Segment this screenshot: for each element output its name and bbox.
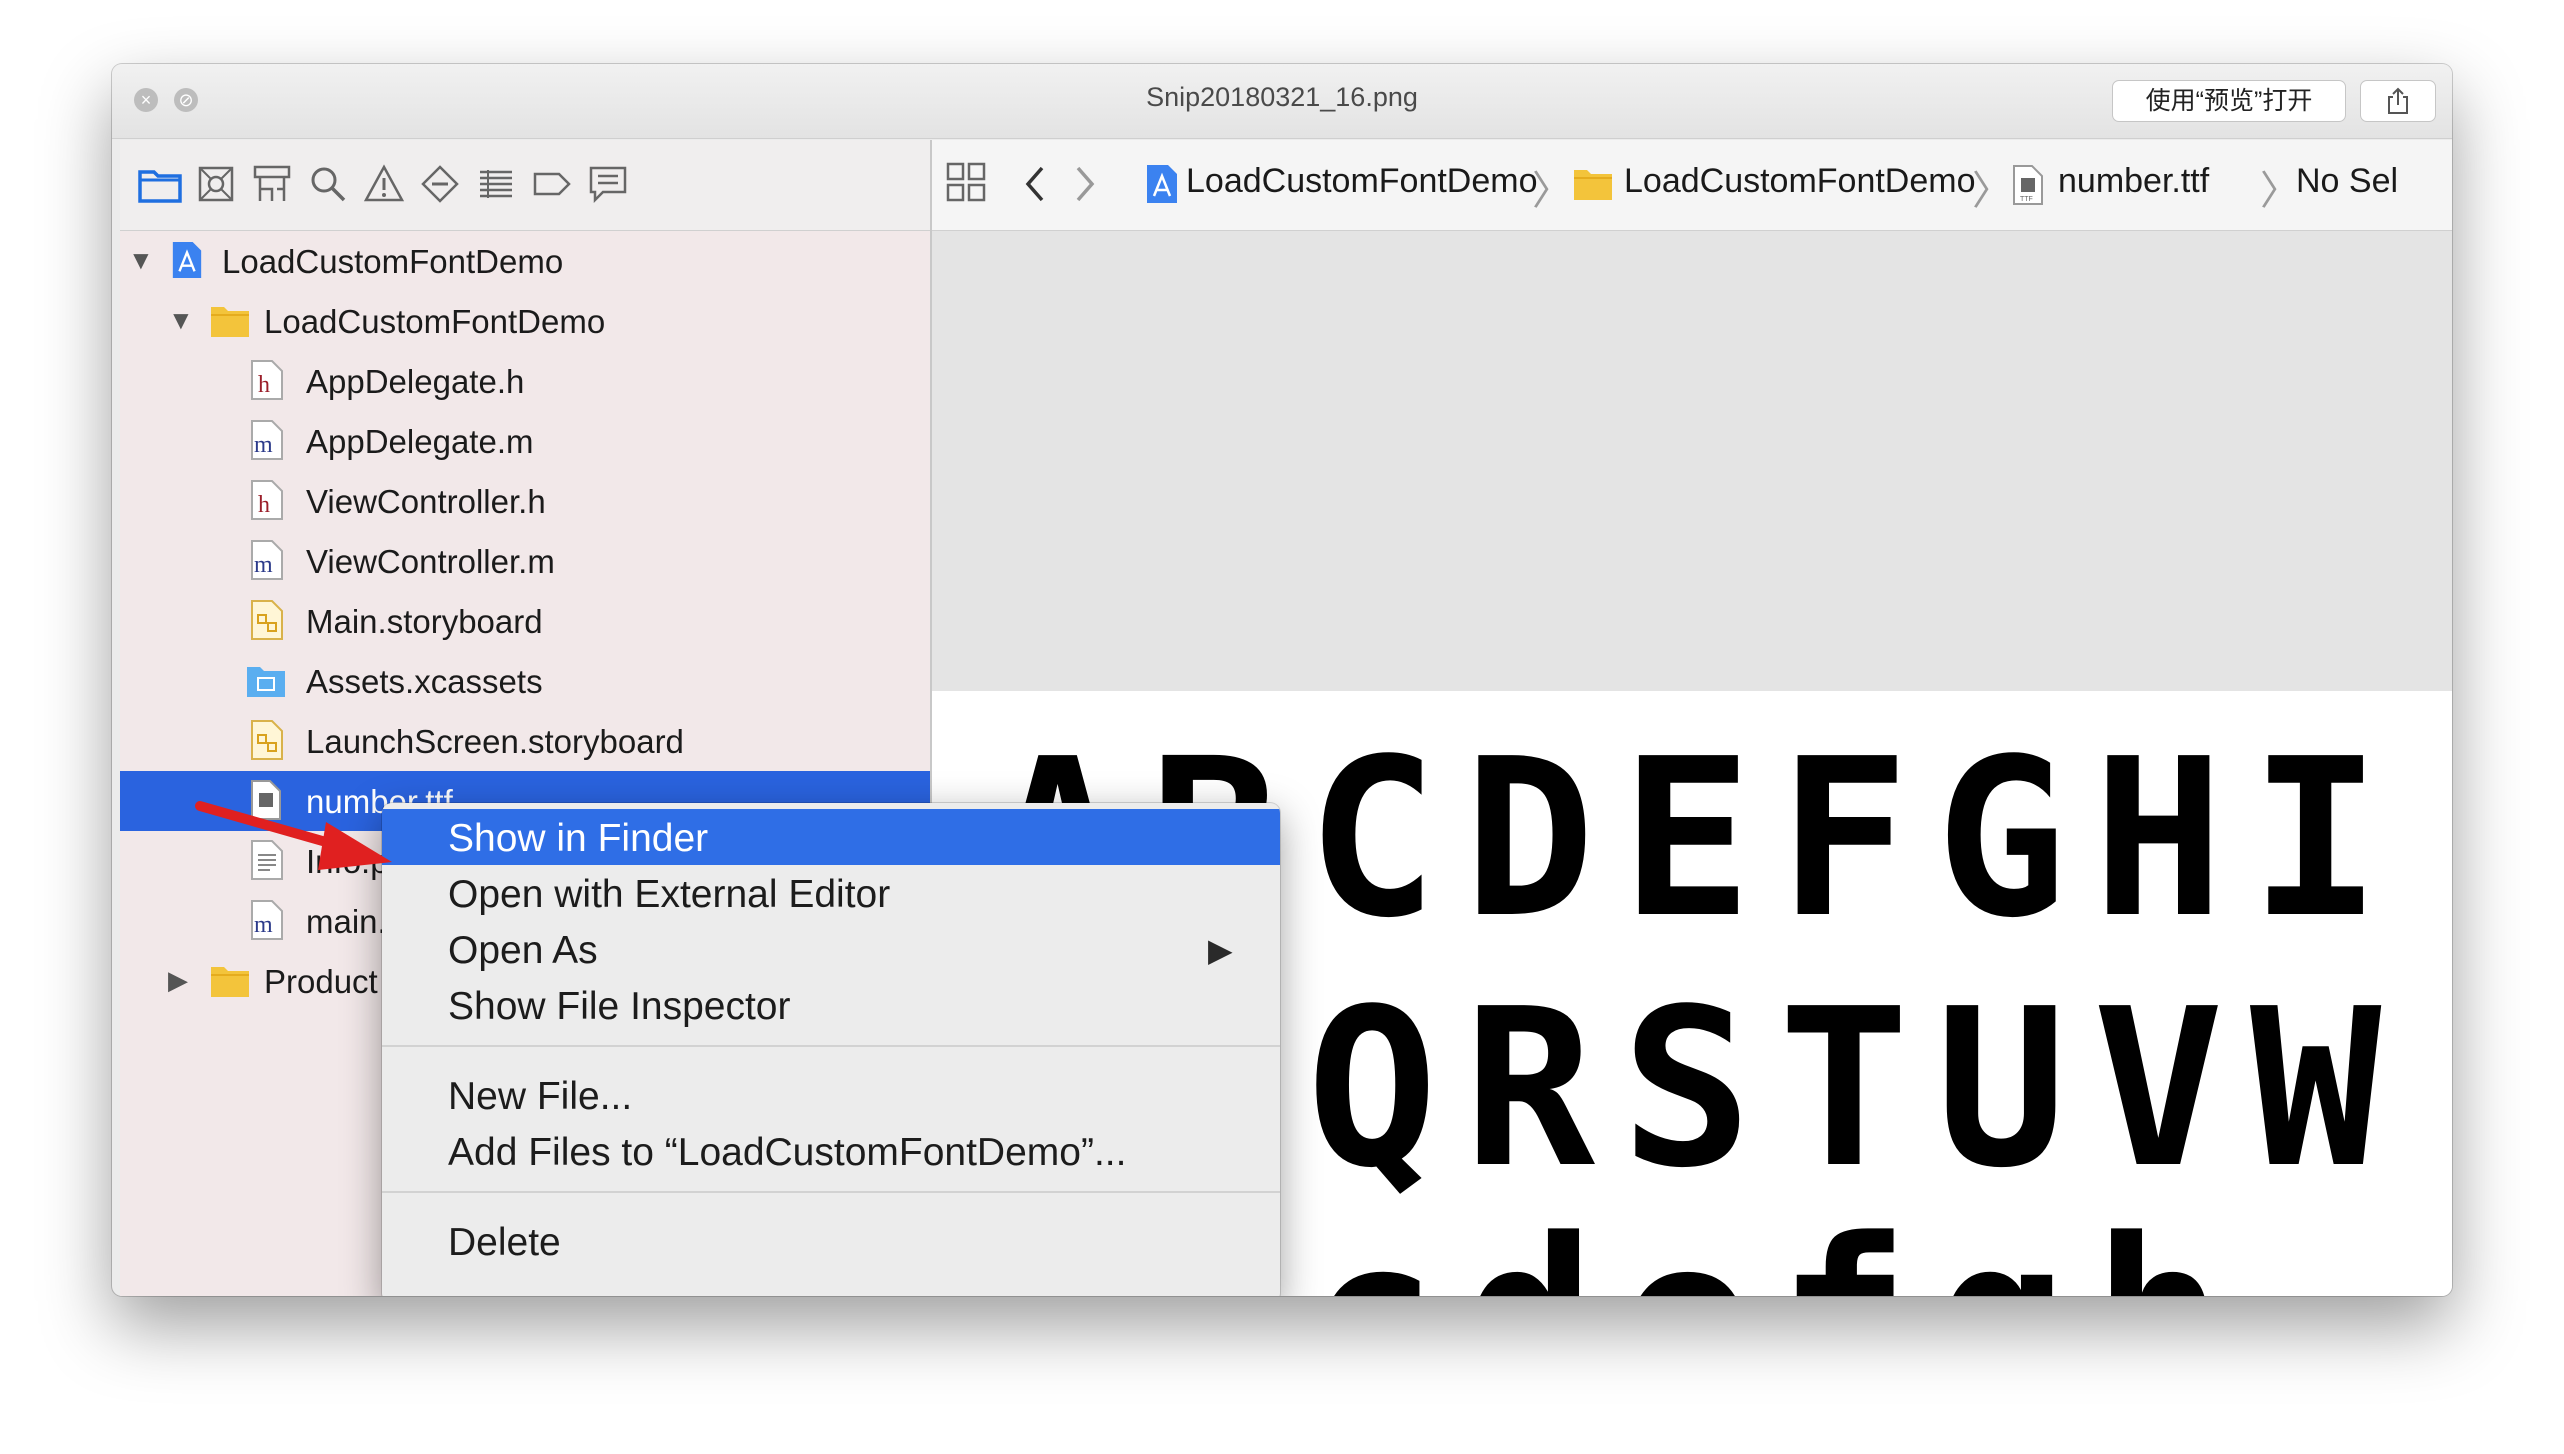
source-control-icon[interactable] xyxy=(190,158,242,210)
tree-label-file: AppDelegate.h xyxy=(306,363,525,400)
report-navigator-icon[interactable] xyxy=(582,158,634,210)
crumb-separator-icon: 〉 xyxy=(1532,169,1572,213)
window-title: Snip20180321_16.png xyxy=(1146,82,1418,112)
menu-item-add-files[interactable]: Add Files to “LoadCustomFontDemo”... xyxy=(382,1123,1280,1179)
folder-icon xyxy=(208,963,252,1004)
tree-label-group: LoadCustomFontDemo xyxy=(264,303,606,340)
folder-icon xyxy=(1572,166,1614,207)
tree-row-file[interactable]: m ViewController.m xyxy=(120,531,930,591)
implementation-file-icon: m xyxy=(250,419,284,466)
header-file-icon: h xyxy=(250,479,284,526)
test-navigator-icon[interactable] xyxy=(414,158,466,210)
editor-background xyxy=(932,231,2452,691)
submenu-arrow-icon: ▶ xyxy=(1208,932,1233,968)
crumb-separator-icon: 〉 xyxy=(1972,169,2012,213)
navigator-toolbar xyxy=(120,140,930,231)
tree-row-file[interactable]: Main.storyboard xyxy=(120,591,930,651)
crumb-group[interactable]: LoadCustomFontDemo xyxy=(1624,162,1976,201)
tree-row-file[interactable]: h AppDelegate.h xyxy=(120,351,930,411)
back-chevron-icon[interactable] xyxy=(1020,162,1050,211)
preview-window: × ⊘ Snip20180321_16.png 使用“预览”打开 LoadCus… xyxy=(112,64,2452,1296)
implementation-file-icon: m xyxy=(250,539,284,586)
tree-label-file: Assets.xcassets xyxy=(306,663,543,700)
ttf-file-icon: TTF xyxy=(2012,164,2044,211)
tree-row-file[interactable]: h ViewController.h xyxy=(120,471,930,531)
disclosure-closed-icon[interactable]: ▶ xyxy=(168,965,188,996)
tree-row-project[interactable]: ▼ LoadCustomFontDemo xyxy=(120,231,930,291)
crumb-separator-icon: 〉 xyxy=(2260,169,2300,213)
context-menu: Show in Finder Open with External Editor… xyxy=(382,803,1280,1296)
svg-text:m: m xyxy=(254,912,273,938)
project-file-icon xyxy=(1144,162,1180,211)
ttf-file-icon xyxy=(250,779,282,826)
tree-row-file[interactable]: Assets.xcassets xyxy=(120,651,930,711)
menu-item-open-external-editor[interactable]: Open with External Editor xyxy=(382,865,1280,921)
tree-label-products: Product xyxy=(264,963,378,1000)
share-icon xyxy=(2388,87,2408,114)
svg-text:TTF: TTF xyxy=(2020,196,2033,203)
disclosure-open-icon[interactable]: ▼ xyxy=(128,245,154,276)
header-file-icon: h xyxy=(250,359,284,406)
menu-item-open-as[interactable]: Open As ▶ xyxy=(382,921,1280,977)
menu-item-show-file-inspector[interactable]: Show File Inspector xyxy=(382,977,1280,1033)
title-bar: × ⊘ Snip20180321_16.png 使用“预览”打开 xyxy=(112,64,2452,139)
plist-file-icon xyxy=(250,839,284,886)
folder-icon xyxy=(208,303,252,344)
menu-item-show-in-finder[interactable]: Show in Finder xyxy=(382,809,1280,865)
svg-text:m: m xyxy=(254,552,273,578)
storyboard-file-icon xyxy=(250,719,284,766)
tree-label-file: AppDelegate.m xyxy=(306,423,534,460)
tree-label-file: Main.storyboard xyxy=(306,603,543,640)
svg-text:h: h xyxy=(258,492,270,518)
tree-label-file: ViewController.m xyxy=(306,543,555,580)
share-button[interactable] xyxy=(2360,80,2436,122)
storyboard-file-icon xyxy=(250,599,284,646)
menu-item-new-file[interactable]: New File... xyxy=(382,1067,1280,1123)
symbol-navigator-icon[interactable] xyxy=(246,158,298,210)
breakpoint-icon[interactable] xyxy=(526,158,578,210)
related-items-grid-icon[interactable] xyxy=(944,160,988,209)
menu-separator xyxy=(382,1045,1280,1047)
forward-chevron-icon[interactable] xyxy=(1070,162,1100,211)
crumb-selection[interactable]: No Sel xyxy=(2296,162,2398,201)
menu-separator xyxy=(382,1191,1280,1193)
crumb-file[interactable]: number.ttf xyxy=(2058,162,2209,201)
tree-label-file: ViewController.h xyxy=(306,483,546,520)
open-with-preview-button[interactable]: 使用“预览”打开 xyxy=(2112,80,2346,122)
tree-label-project: LoadCustomFontDemo xyxy=(222,243,564,280)
tree-label-file: Info.p xyxy=(306,843,389,880)
tree-row-group[interactable]: ▼ LoadCustomFontDemo xyxy=(120,291,930,351)
disclosure-open-icon[interactable]: ▼ xyxy=(168,305,194,336)
svg-text:m: m xyxy=(254,432,273,458)
search-icon[interactable] xyxy=(302,158,354,210)
menu-item-delete[interactable]: Delete xyxy=(382,1213,1280,1269)
crumb-project[interactable]: LoadCustomFontDemo xyxy=(1186,162,1538,201)
assets-folder-icon xyxy=(244,663,288,704)
tree-label-file: LaunchScreen.storyboard xyxy=(306,723,684,760)
project-navigator-folder-icon[interactable] xyxy=(134,158,186,210)
warning-icon[interactable] xyxy=(358,158,410,210)
svg-text:h: h xyxy=(258,372,270,398)
tree-row-file[interactable]: m AppDelegate.m xyxy=(120,411,930,471)
tree-label-file: main. xyxy=(306,903,387,940)
project-file-icon xyxy=(170,239,204,286)
jump-bar: LoadCustomFontDemo 〉 LoadCustomFontDemo … xyxy=(932,140,2452,231)
tree-row-file[interactable]: LaunchScreen.storyboard xyxy=(120,711,930,771)
implementation-file-icon: m xyxy=(250,899,284,946)
debug-navigator-icon[interactable] xyxy=(470,158,522,210)
